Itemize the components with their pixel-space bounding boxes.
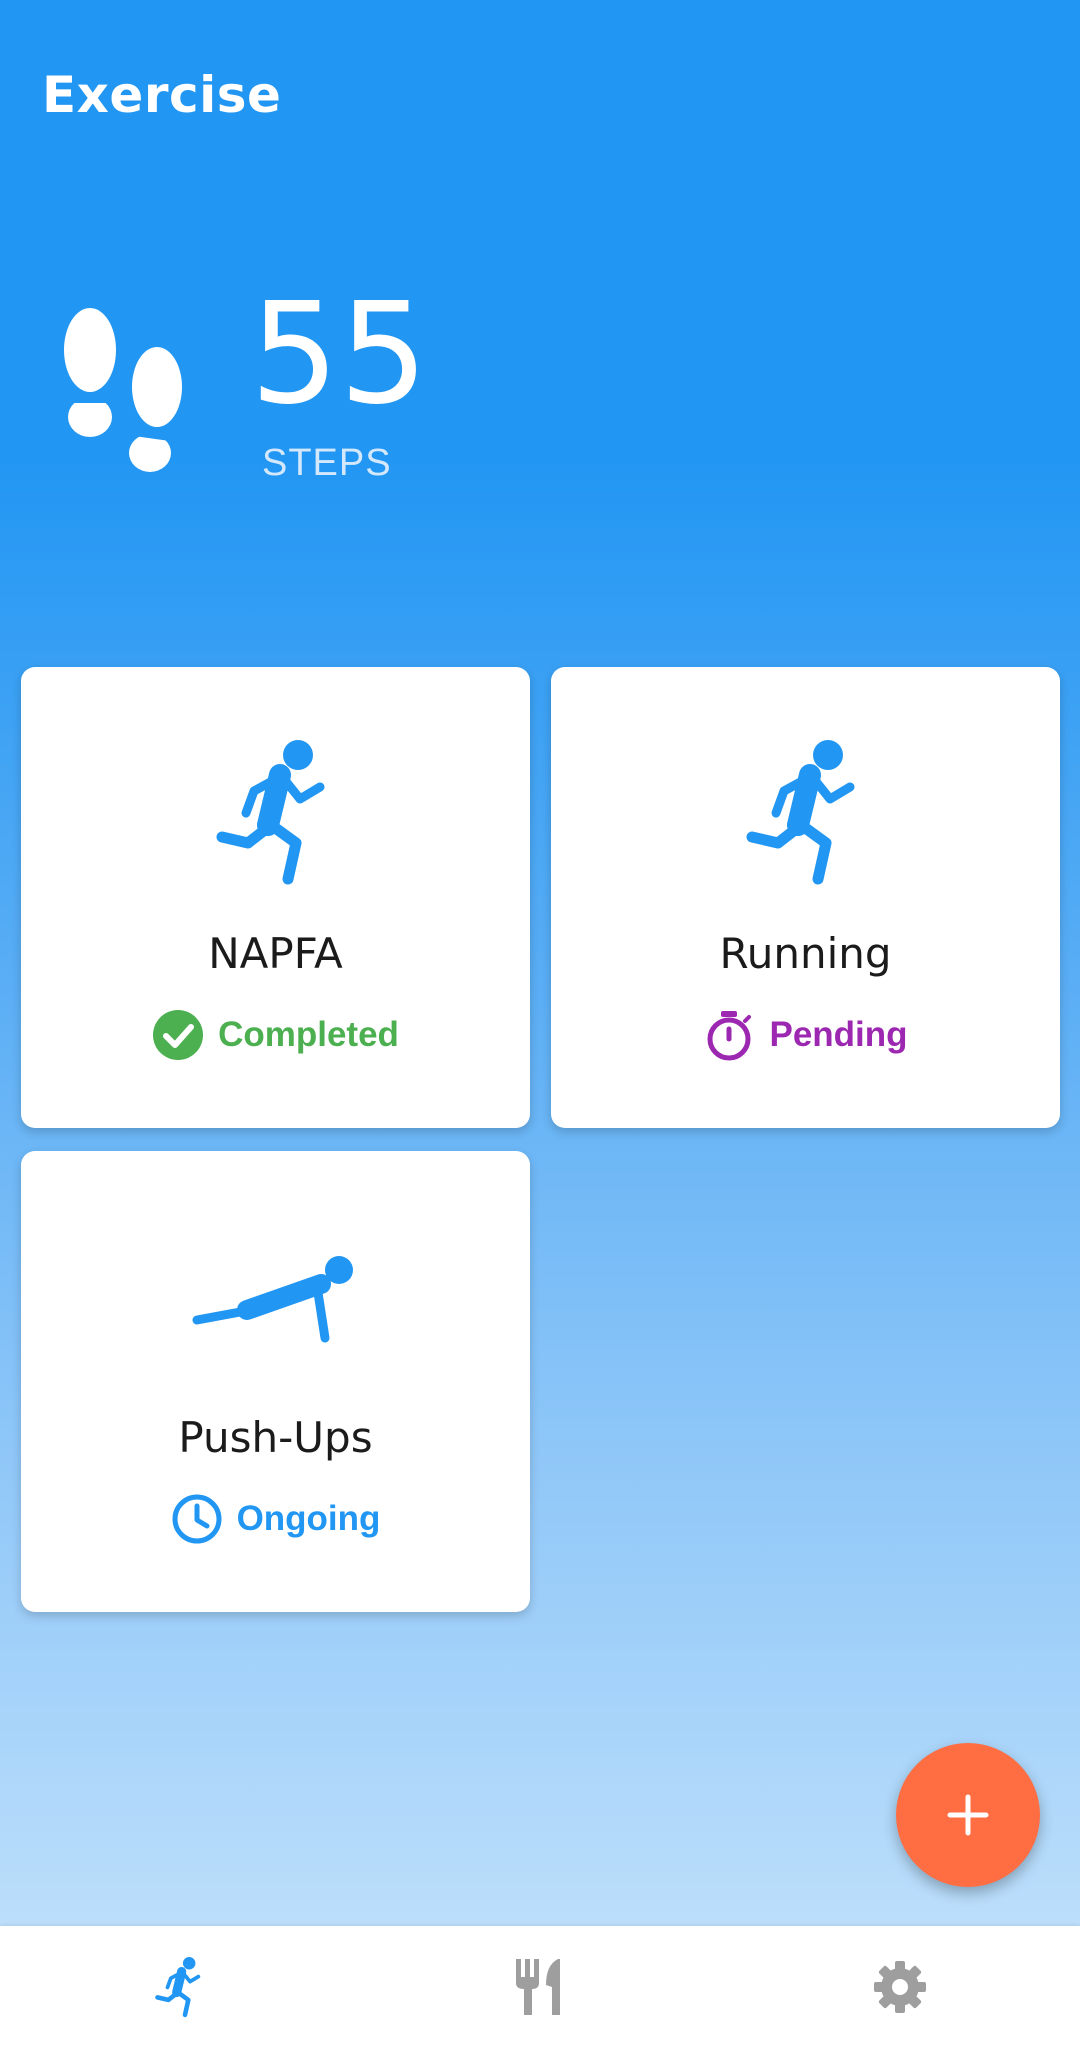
status-badge: Pending	[551, 1009, 1060, 1061]
nav-tab-exercise[interactable]	[0, 1926, 360, 2048]
status-label: Pending	[769, 1015, 908, 1054]
page-title: Exercise	[42, 66, 282, 124]
card-title: NAPFA	[208, 929, 343, 978]
status-label: Completed	[218, 1015, 399, 1054]
clock-icon	[172, 1494, 222, 1544]
push-up-icon	[192, 1256, 353, 1343]
exercise-card-push-ups[interactable]: Push-Ups Ongoing	[21, 1151, 530, 1612]
bottom-navigation	[0, 1926, 1080, 2048]
check-circle-icon	[153, 1010, 204, 1060]
steps-label: STEPS	[262, 442, 392, 484]
add-exercise-button[interactable]	[896, 1743, 1040, 1887]
running-person-icon	[216, 740, 324, 885]
exercise-card-running[interactable]: Running Pending	[551, 667, 1060, 1128]
steps-count: 55	[250, 273, 429, 436]
plus-icon	[947, 1794, 989, 1836]
status-badge: Ongoing	[21, 1493, 530, 1545]
exercise-card-napfa[interactable]: NAPFA Completed	[21, 667, 530, 1128]
gear-icon	[874, 1961, 926, 2013]
nav-tab-diet[interactable]	[360, 1926, 720, 2048]
running-person-icon	[155, 1957, 201, 2018]
card-title: Running	[719, 929, 892, 978]
stopwatch-icon	[707, 1011, 752, 1061]
footprints-icon	[64, 308, 185, 472]
nav-tab-settings[interactable]	[720, 1926, 1080, 2048]
status-label: Ongoing	[236, 1499, 381, 1538]
card-title: Push-Ups	[178, 1413, 373, 1462]
running-person-icon	[746, 740, 854, 885]
status-badge: Completed	[21, 1009, 530, 1061]
fork-knife-icon	[516, 1959, 560, 2015]
